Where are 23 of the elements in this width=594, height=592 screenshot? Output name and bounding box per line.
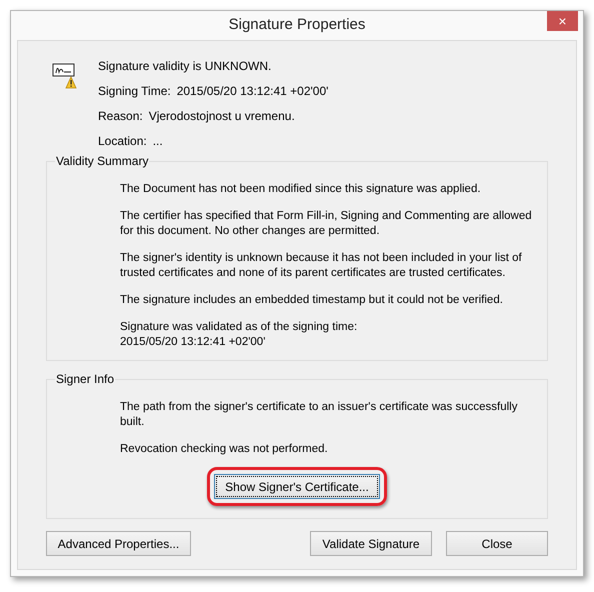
info-paragraph: Signature was validated as of the signing time: 2015/05/20 13:12:41 +02'00' (120, 320, 358, 350)
dialog-button[interactable]: Validate Signature (310, 531, 432, 556)
window-title: Signature Properties (228, 15, 366, 36)
dialog-button[interactable]: Close (446, 531, 548, 556)
info-paragraph: The signature includes an embedded timestamp but it could not be verified. (120, 293, 504, 308)
info-paragraph: Revocation checking was not performed. (120, 442, 329, 457)
field-value: 2015/05/20 13:12:41 +02'00' (176, 84, 328, 99)
group-title: Signer Info (55, 371, 116, 387)
info-paragraph: The certifier has specified that Form Fill-in, Signing and Commenting are allowed for this document. No other changes are permitted. (120, 209, 533, 239)
close-button[interactable]: × (547, 11, 578, 31)
field-label: Reason: (98, 109, 143, 124)
dialog-button[interactable]: Show Signer's Certificate... (214, 474, 380, 499)
info-paragraph: The Document has not been modified since this signature was applied. (120, 182, 482, 197)
signature-warning-icon (52, 63, 78, 89)
field-value: Vjerodostojnost u vremenu. (148, 109, 295, 124)
info-paragraph: The signer's identity is unknown because it has not been included in your list of trusted certificates and none of its parent certificates are trusted certificates. (120, 251, 523, 281)
info-paragraph: The path from the signer's certificate to an issuer's certificate was successfully built. (120, 400, 518, 430)
field-label: Location: (98, 134, 147, 149)
dialog-button[interactable]: Advanced Properties... (46, 531, 191, 556)
status-text: Signature validity is UNKNOWN. (98, 59, 272, 74)
group-title: Validity Summary (55, 153, 150, 169)
field-value: ... (152, 134, 163, 149)
field-label: Signing Time: (98, 84, 171, 99)
